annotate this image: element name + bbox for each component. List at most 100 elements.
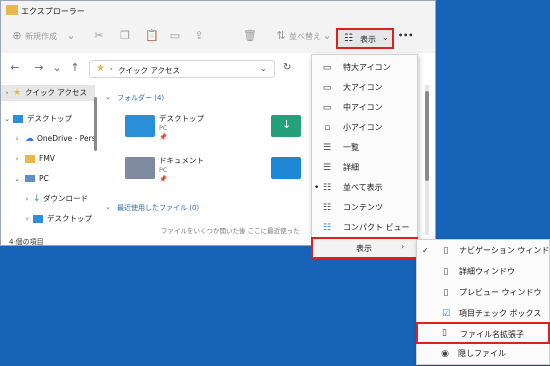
eye-icon: ◉	[441, 349, 449, 359]
tiles-icon: ☷	[322, 183, 332, 193]
chevron-right-icon: ›	[401, 242, 405, 251]
breadcrumb-chevron-icon: ›	[110, 65, 113, 73]
menu-item-show[interactable]: 表示 ›	[311, 237, 418, 259]
details-icon: ☰	[322, 163, 332, 173]
copy-icon[interactable]: ❐	[119, 30, 131, 42]
share-icon[interactable]: ⇪	[193, 30, 205, 42]
chevron-down-icon: ⌄	[4, 115, 10, 123]
new-button[interactable]: 新規作成	[25, 31, 57, 42]
folder-location: PC	[159, 124, 168, 132]
menu-item-label: 並べて表示	[343, 183, 383, 192]
menu-item-label: 中アイコン	[343, 103, 383, 112]
desktop-icon	[33, 215, 43, 223]
sidebar-item-desktop-2[interactable]: › デスクトップ	[1, 211, 95, 227]
sidebar-item-label: デスクトップ	[47, 214, 92, 223]
folder-location: PC	[159, 166, 168, 174]
chevron-right-icon: ›	[15, 155, 19, 163]
breadcrumb: クイック アクセス	[118, 66, 181, 75]
menu-item-label: コンテンツ	[343, 203, 383, 212]
up-icon[interactable]: ↑	[69, 62, 81, 74]
sidebar-item-label: OneDrive - Pers	[37, 134, 96, 143]
pc-icon	[25, 175, 35, 182]
menu-item-label: 小アイコン	[343, 123, 383, 132]
pane-icon: ▯	[443, 288, 449, 298]
pictures-folder-icon[interactable]	[271, 157, 301, 179]
menu-item-hidden-items[interactable]: ◉ 隠しファイル	[416, 344, 548, 364]
file-icon: ▯	[442, 328, 447, 338]
title-bar: エクスプローラー	[1, 1, 435, 23]
forward-icon[interactable]: →	[33, 62, 45, 74]
paste-icon[interactable]: 📋	[145, 30, 159, 42]
menu-item-navigation-pane[interactable]: ✓ ▯ ナビゲーション ウィンドウ	[417, 241, 550, 261]
menu-item-compact-view[interactable]: ☷ コンパクト ビュー	[312, 218, 417, 238]
chevron-right-icon: ›	[25, 195, 29, 203]
documents-folder-icon[interactable]	[125, 157, 155, 179]
menu-item-label: ナビゲーション ウィンドウ	[459, 246, 550, 255]
content-scrollbar-thumb[interactable]	[425, 91, 429, 181]
chevron-down-icon[interactable]: ⌄	[260, 64, 267, 73]
refresh-icon[interactable]: ↻	[283, 62, 291, 73]
sidebar-item-label: PC	[39, 174, 49, 183]
plus-circle-icon: ⊕	[12, 29, 22, 42]
menu-item-label: 大アイコン	[343, 83, 383, 92]
chevron-down-icon[interactable]: ⌄	[51, 62, 63, 74]
sidebar-scrollbar[interactable]	[94, 97, 97, 151]
desktop-folder-icon[interactable]	[125, 115, 155, 137]
menu-item-show-label: 表示	[356, 244, 372, 253]
window-title: エクスプローラー	[21, 7, 85, 16]
chevron-down-icon: ⌄	[14, 175, 20, 183]
star-icon: ★	[13, 88, 22, 98]
sidebar-item-label: ダウンロード	[43, 194, 88, 203]
address-field[interactable]: ★ › クイック アクセス ⌄	[89, 60, 275, 78]
checkbox-icon: ☑	[441, 309, 451, 319]
menu-item-details-pane[interactable]: ▯ 詳細ウィンドウ	[417, 262, 549, 282]
chevron-right-icon: ›	[25, 215, 29, 223]
view-button[interactable]: ☷ 表示 ⌄	[336, 28, 394, 49]
folder-name[interactable]: デスクトップ	[159, 113, 204, 124]
pin-icon: 📌	[159, 175, 168, 183]
menu-item-list[interactable]: ☰ 一覧	[312, 138, 417, 158]
menu-item-details[interactable]: ☰ 詳細	[312, 158, 417, 178]
sidebar-item-fmv[interactable]: › FMV	[1, 151, 95, 167]
sidebar-item-pc[interactable]: ⌄ PC	[1, 171, 95, 187]
sidebar-item-quick-access[interactable]: › ★ クイック アクセス	[1, 85, 95, 101]
sidebar-item-desktop[interactable]: ⌄ デスクトップ	[1, 111, 95, 127]
menu-item-small-icons[interactable]: ▫ 小アイコン	[312, 118, 417, 138]
chevron-down-icon: ⌄	[66, 29, 76, 42]
rename-icon[interactable]: ▭	[169, 30, 181, 42]
menu-item-large-icons[interactable]: ▭ 大アイコン	[312, 78, 417, 98]
sort-button[interactable]: 並べ替え	[289, 31, 321, 42]
download-icon: ↓	[33, 194, 41, 204]
delete-icon[interactable]: 🗑	[243, 30, 257, 42]
recent-chevron-icon[interactable]: ⌄	[105, 203, 111, 211]
menu-item-medium-icons[interactable]: ▭ 中アイコン	[312, 98, 417, 118]
menu-item-tiles[interactable]: • ☷ 並べて表示	[312, 178, 417, 198]
content-icon: ☷	[322, 203, 332, 213]
menu-item-file-extensions[interactable]: ▯ ファイル名拡張子	[416, 322, 550, 344]
menu-item-label: 特大アイコン	[343, 63, 391, 72]
back-icon[interactable]: ←	[9, 62, 21, 74]
sidebar-item-onedrive[interactable]: › ☁ OneDrive - Pers	[1, 131, 96, 147]
folder-icon	[6, 5, 18, 15]
menu-item-extra-large-icons[interactable]: ▭ 特大アイコン	[312, 58, 417, 78]
recent-empty-note: ファイルをいくつか開いた後 ここに最近使った	[161, 227, 300, 235]
menu-item-preview-pane[interactable]: ▯ プレビュー ウィンドウ	[417, 283, 549, 303]
folders-chevron-icon[interactable]: ⌄	[105, 93, 111, 101]
sort-icon: ⇅	[276, 29, 286, 42]
recent-header: 最近使用したファイル (0)	[117, 204, 200, 212]
menu-item-label: 詳細	[343, 163, 359, 172]
list-icon: ☰	[322, 143, 332, 153]
desktop-icon	[13, 115, 23, 123]
navigation-pane: › ★ クイック アクセス ⌄ デスクトップ › ☁ OneDrive - Pe…	[1, 83, 97, 233]
cut-icon[interactable]: ✂	[93, 30, 105, 42]
sidebar-item-downloads[interactable]: › ↓ ダウンロード	[1, 191, 95, 207]
monitor-icon: ▭	[322, 103, 332, 113]
chevron-down-icon: ⌄	[382, 33, 389, 42]
monitor-icon: ▭	[322, 63, 332, 73]
more-options-button[interactable]: •••	[398, 31, 413, 40]
status-bar: 4 個の項目	[9, 238, 44, 246]
folder-name[interactable]: ドキュメント	[159, 155, 204, 166]
pane-icon: ▯	[443, 267, 449, 277]
menu-item-item-checkboxes[interactable]: ☑ 項目チェック ボックス	[417, 304, 549, 324]
menu-item-content[interactable]: ☷ コンテンツ	[312, 198, 417, 218]
